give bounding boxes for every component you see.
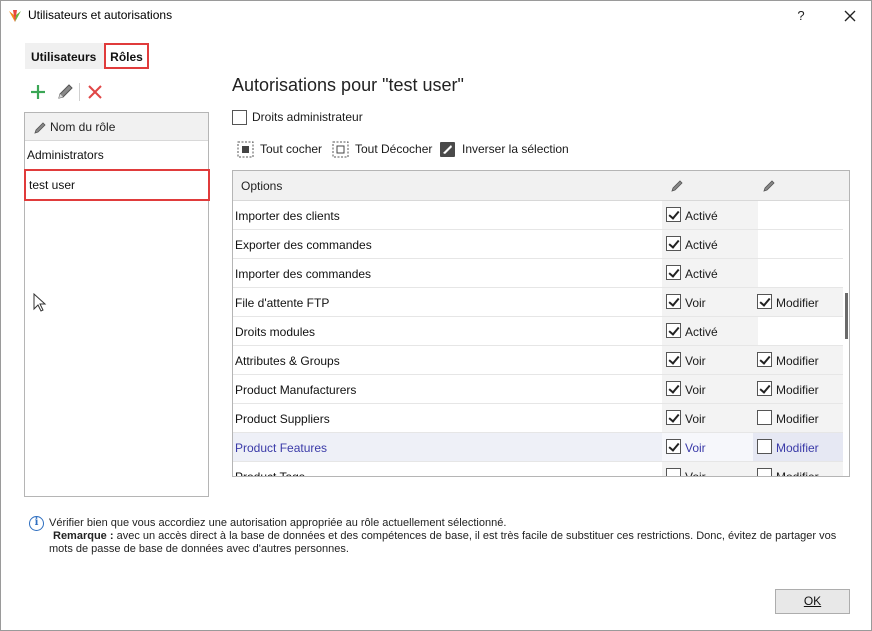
ok-button-label: OK xyxy=(803,594,822,608)
permission-name: File d'attente FTP xyxy=(235,296,330,310)
permission-view-label: Voir xyxy=(685,296,706,310)
permission-edit-label: Modifier xyxy=(776,470,819,477)
uncheck-all-label: Tout Décocher xyxy=(355,142,433,156)
permission-name: Product Manufacturers xyxy=(235,383,357,397)
permission-edit-checkbox[interactable] xyxy=(757,352,772,367)
role-item-administrators[interactable]: Administrators xyxy=(25,141,208,169)
options-column-header[interactable]: Options xyxy=(241,179,282,193)
permission-name: Attributes & Groups xyxy=(235,354,340,368)
check-all-label: Tout cocher xyxy=(260,142,323,156)
permission-edit-checkbox[interactable] xyxy=(757,410,772,425)
grid-row[interactable]: Product Features Voir Modifier xyxy=(233,433,843,462)
mouse-cursor-icon xyxy=(33,293,47,312)
invert-selection-label: Inverser la sélection xyxy=(462,142,569,156)
permission-edit-checkbox[interactable] xyxy=(757,381,772,396)
add-icon[interactable] xyxy=(27,81,49,103)
permission-view-checkbox[interactable] xyxy=(666,381,681,396)
close-icon[interactable] xyxy=(839,6,861,26)
permission-view-checkbox[interactable] xyxy=(666,439,681,454)
app-logo-icon xyxy=(9,10,21,22)
permission-name: Product Suppliers xyxy=(235,412,330,426)
grid-row[interactable]: Exporter des commandes Activé xyxy=(233,230,843,259)
check-all-icon xyxy=(237,141,254,158)
ok-button[interactable]: OK xyxy=(775,589,850,614)
permission-name: Product Tags xyxy=(235,470,305,477)
grid-row[interactable]: Product Suppliers Voir Modifier xyxy=(233,404,843,433)
permission-view-label: Activé xyxy=(685,325,718,339)
permission-view-checkbox[interactable] xyxy=(666,294,681,309)
permission-view-checkbox[interactable] xyxy=(666,410,681,425)
permission-view-label: Voir xyxy=(685,470,706,477)
permission-name: Product Features xyxy=(235,441,328,455)
dialog-window: Utilisateurs et autorisations ? Utilisat… xyxy=(0,0,872,631)
permission-edit-checkbox[interactable] xyxy=(757,468,772,476)
grid-row[interactable]: Droits modules Activé xyxy=(233,317,843,346)
permission-edit-label: Modifier xyxy=(776,354,819,368)
permission-name: Exporter des commandes xyxy=(235,238,372,252)
permission-view-checkbox[interactable] xyxy=(666,265,681,280)
title-bar: Utilisateurs et autorisations ? xyxy=(1,1,871,31)
pencil-icon xyxy=(671,180,683,192)
permission-view-label: Voir xyxy=(685,412,706,426)
pencil-icon xyxy=(34,122,46,134)
uncheck-all-button[interactable]: Tout Décocher xyxy=(332,140,434,160)
grid-row[interactable]: Importer des clients Activé xyxy=(233,201,843,230)
permission-edit-label: Modifier xyxy=(776,296,819,310)
grid-row[interactable]: Attributes & Groups Voir Modifier xyxy=(233,346,843,375)
note-line-3: mots de passe de base de données avec d'… xyxy=(49,543,349,555)
remark-label: Remarque : xyxy=(53,530,114,542)
tab-roles[interactable]: Rôles xyxy=(104,43,149,69)
permission-edit-label: Modifier xyxy=(776,412,819,426)
permission-view-label: Voir xyxy=(685,354,706,368)
admin-rights-checkbox[interactable] xyxy=(232,110,247,125)
grid-row[interactable]: Product Tags Voir Modifier xyxy=(233,462,843,477)
invert-selection-icon xyxy=(440,142,455,157)
grid-scrollbar[interactable] xyxy=(844,201,849,476)
permission-view-checkbox[interactable] xyxy=(666,468,681,476)
role-name-header: Nom du rôle xyxy=(50,120,116,134)
permission-view-label: Activé xyxy=(685,267,718,281)
scrollbar-thumb[interactable] xyxy=(845,293,848,339)
grid-row[interactable]: Importer des commandes Activé xyxy=(233,259,843,288)
grid-row[interactable]: Product Manufacturers Voir Modifier xyxy=(233,375,843,404)
permission-view-label: Voir xyxy=(685,383,706,397)
uncheck-all-icon xyxy=(332,141,349,158)
permission-edit-label: Modifier xyxy=(776,383,819,397)
permission-view-label: Voir xyxy=(685,441,706,455)
window-title: Utilisateurs et autorisations xyxy=(28,8,173,22)
permission-view-label: Activé xyxy=(685,209,718,223)
info-icon: i xyxy=(29,516,44,531)
permission-view-checkbox[interactable] xyxy=(666,207,681,222)
permissions-grid: Options Importer des clients Activé Export… xyxy=(232,170,850,477)
tab-users[interactable]: Utilisateurs xyxy=(25,43,105,69)
permission-edit-label: Modifier xyxy=(776,441,819,455)
permission-name: Droits modules xyxy=(235,325,316,339)
permission-view-label: Activé xyxy=(685,238,718,252)
permission-view-checkbox[interactable] xyxy=(666,323,681,338)
role-list: Nom du rôle Administrators test user xyxy=(24,112,210,497)
toolbar-separator xyxy=(79,83,80,101)
role-item-test-user[interactable]: test user xyxy=(24,169,210,201)
permission-edit-checkbox[interactable] xyxy=(757,294,772,309)
permissions-title: Autorisations pour "test user" xyxy=(232,75,464,95)
permission-view-checkbox[interactable] xyxy=(666,236,681,251)
note-line-1: Vérifier bien que vous accordiez une aut… xyxy=(49,517,507,529)
permission-name: Importer des clients xyxy=(235,209,340,223)
permission-view-checkbox[interactable] xyxy=(666,352,681,367)
note-line-2: Remarque : avec un accès direct à la bas… xyxy=(53,530,836,543)
check-all-button[interactable]: Tout cocher xyxy=(237,140,327,160)
pencil-icon xyxy=(763,180,775,192)
help-button[interactable]: ? xyxy=(790,6,812,26)
grid-row[interactable]: File d'attente FTP Voir Modifier xyxy=(233,288,843,317)
invert-selection-button[interactable]: Inverser la sélection xyxy=(439,140,569,160)
permission-name: Importer des commandes xyxy=(235,267,372,281)
edit-icon[interactable] xyxy=(54,81,76,103)
grid-header: Options xyxy=(233,171,849,201)
note-line-2-text: avec un accès direct à la base de donnée… xyxy=(113,530,837,542)
delete-icon[interactable] xyxy=(84,81,106,103)
admin-rights-label[interactable]: Droits administrateur xyxy=(252,110,363,124)
permission-edit-checkbox[interactable] xyxy=(757,439,772,454)
role-list-header[interactable]: Nom du rôle xyxy=(25,113,208,141)
